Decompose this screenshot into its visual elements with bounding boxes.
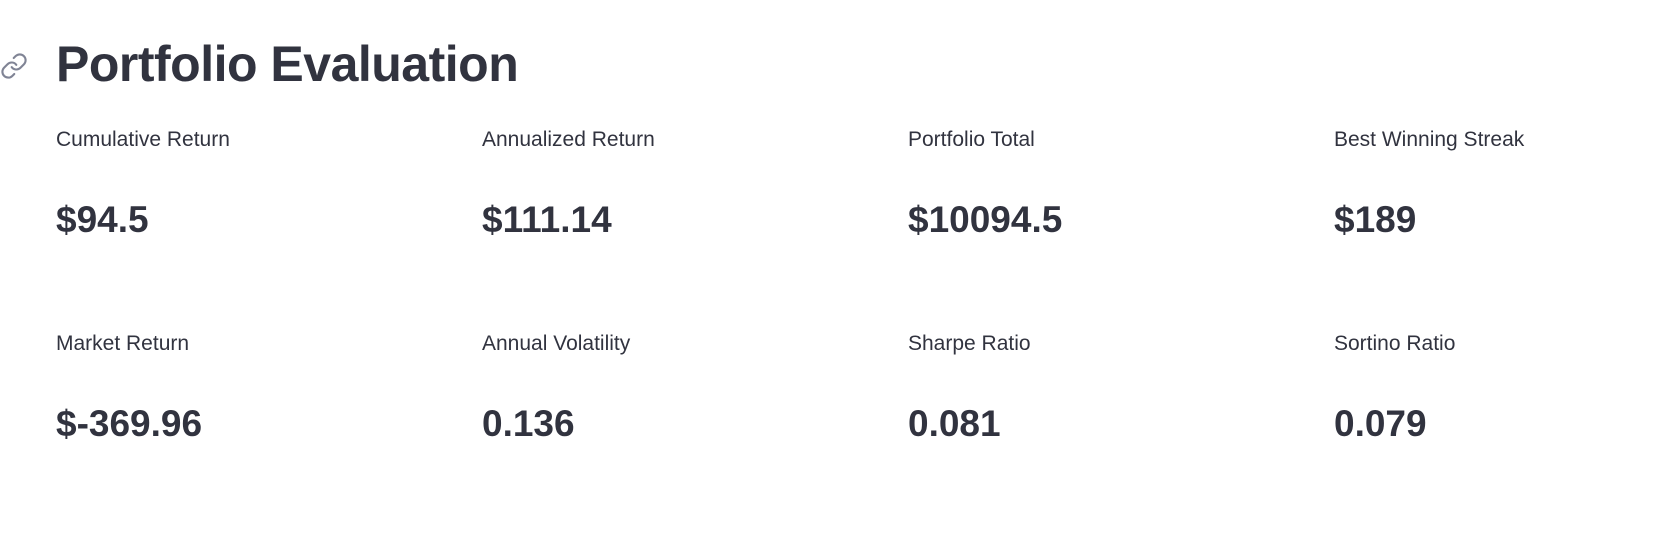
- metric-value: 0.081: [908, 403, 1001, 444]
- metric-cumulative-return: Cumulative Return $94.5: [56, 124, 482, 328]
- metric-value: $10094.5: [908, 199, 1063, 240]
- metric-label: Sortino Ratio: [1334, 332, 1456, 355]
- metric-portfolio-total: Portfolio Total $10094.5: [908, 124, 1334, 328]
- metric-label: Annualized Return: [482, 128, 655, 151]
- metric-value: $-369.96: [56, 403, 203, 444]
- metric-value: 0.136: [482, 403, 575, 444]
- metric-annual-volatility: Annual Volatility 0.136: [482, 328, 908, 532]
- metric-annualized-return: Annualized Return $111.14: [482, 124, 908, 328]
- metric-label: Best Winning Streak: [1334, 128, 1525, 151]
- metric-best-winning-streak: Best Winning Streak $189: [1334, 124, 1654, 328]
- link-icon[interactable]: [0, 52, 28, 80]
- page-title: Portfolio Evaluation: [56, 36, 519, 92]
- metric-label: Cumulative Return: [56, 128, 230, 151]
- metric-value: 0.079: [1334, 403, 1427, 444]
- metric-value: $189: [1334, 199, 1417, 240]
- metric-sharpe-ratio: Sharpe Ratio 0.081: [908, 328, 1334, 532]
- metric-sortino-ratio: Sortino Ratio 0.079: [1334, 328, 1654, 532]
- metric-label: Annual Volatility: [482, 332, 631, 355]
- metric-value: $94.5: [56, 199, 149, 240]
- metric-label: Portfolio Total: [908, 128, 1035, 151]
- metric-label: Sharpe Ratio: [908, 332, 1031, 355]
- metric-market-return: Market Return $-369.96: [56, 328, 482, 532]
- metric-label: Market Return: [56, 332, 190, 355]
- metrics-grid: Cumulative Return $94.5 Annualized Retur…: [56, 124, 1655, 532]
- metric-value: $111.14: [482, 199, 612, 240]
